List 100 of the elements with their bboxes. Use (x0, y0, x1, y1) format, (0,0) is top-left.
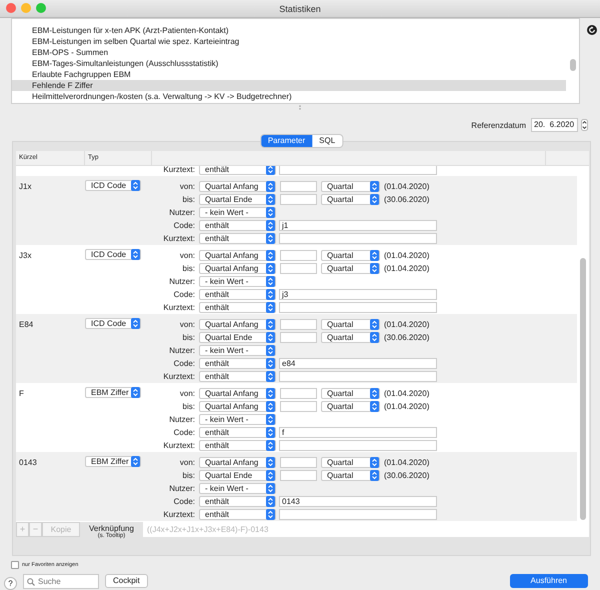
tab[interactable]: Parameter (260, 135, 312, 147)
stepper-icon (266, 358, 275, 369)
stepper-icon (266, 276, 275, 287)
input-field[interactable] (280, 388, 317, 399)
dropdown[interactable]: Quartal Anfang (199, 388, 276, 399)
dropdown[interactable]: - kein Wert - (199, 483, 276, 494)
list-item[interactable]: EBM-Leistungen im selben Quartal wie spez. Karteieintrag (12, 36, 579, 47)
dropdown[interactable]: Quartal (321, 332, 380, 343)
splitter-handle (298, 105, 302, 110)
dropdown[interactable]: Quartal Anfang (199, 319, 276, 330)
input-field[interactable] (280, 470, 317, 481)
field-label: von: (178, 389, 195, 398)
help-button[interactable]: ? (4, 577, 17, 590)
stepper-icon (370, 457, 379, 468)
dropdown[interactable]: enthält (199, 440, 276, 451)
input-field[interactable] (280, 263, 317, 274)
dropdown[interactable]: enthält (199, 427, 276, 438)
input-field[interactable] (279, 233, 437, 244)
table-cell: 0143 (19, 458, 37, 467)
stepper-icon (266, 207, 275, 218)
stepper-icon (131, 180, 140, 191)
dropdown[interactable]: Quartal (321, 319, 380, 330)
input-field[interactable] (280, 457, 317, 468)
dropdown[interactable]: enthält (199, 509, 276, 520)
date-text: (30.06.2020) (384, 471, 430, 480)
date-field[interactable]: 20. 6.2020 (531, 118, 578, 132)
dropdown[interactable]: enthält (199, 220, 276, 231)
input-field[interactable]: j3 (279, 289, 437, 300)
list-item[interactable]: Fehlende F Ziffer (12, 80, 566, 91)
input-field[interactable] (280, 319, 317, 330)
cockpit-button[interactable]: Cockpit (105, 574, 148, 588)
refresh-button[interactable] (587, 25, 597, 35)
input-field[interactable]: j1 (279, 220, 437, 231)
dropdown[interactable]: Quartal (321, 194, 380, 205)
dropdown[interactable]: Quartal (321, 250, 380, 261)
dropdown[interactable]: ICD Code (85, 318, 141, 329)
list-item[interactable]: EBM-Tages-Simultanleistungen (Ausschlussstatistik) (12, 58, 579, 69)
input-field[interactable]: e84 (279, 358, 437, 369)
input-field[interactable] (279, 166, 437, 175)
field-label: von: (178, 320, 195, 329)
dropdown[interactable]: Quartal (321, 388, 380, 399)
dropdown[interactable]: enthält (199, 496, 276, 507)
dropdown[interactable]: ICD Code (85, 249, 141, 260)
tab[interactable]: SQL (312, 135, 342, 147)
input-field[interactable]: 0143 (279, 496, 437, 507)
dropdown[interactable]: Quartal Anfang (199, 250, 276, 261)
dropdown[interactable]: Quartal Ende (199, 194, 276, 205)
list-item[interactable]: EBM-Leistungen für x-ten APK (Arzt-Patienten-Kontakt) (12, 25, 579, 36)
input-field[interactable] (280, 194, 317, 205)
dropdown[interactable]: - kein Wert - (199, 276, 276, 287)
dropdown[interactable]: - kein Wert - (199, 414, 276, 425)
stepper-icon (266, 414, 275, 425)
dropdown[interactable]: - kein Wert - (199, 345, 276, 356)
field-label: Nutzer: (168, 346, 195, 355)
field-label: bis: (182, 471, 195, 480)
dropdown[interactable]: enthält (199, 358, 276, 369)
dropdown[interactable]: Quartal Ende (199, 332, 276, 343)
dropdown[interactable]: Quartal Anfang (199, 263, 276, 274)
dropdown[interactable]: Quartal (321, 470, 380, 481)
dropdown[interactable]: Quartal Anfang (199, 401, 276, 412)
dropdown[interactable]: Quartal Ende (199, 470, 276, 481)
dropdown[interactable]: Quartal (321, 263, 380, 274)
input-field[interactable] (279, 440, 437, 451)
field-label: Kurztext: (162, 234, 195, 243)
dropdown[interactable]: EBM Ziffer (85, 456, 141, 467)
search-icon (27, 578, 35, 586)
stepper-icon (131, 456, 140, 467)
dropdown[interactable]: enthält (199, 302, 276, 313)
field-label: bis: (182, 333, 195, 342)
dropdown[interactable]: enthält (199, 371, 276, 382)
checkbox[interactable] (11, 561, 19, 569)
dropdown[interactable]: - kein Wert - (199, 207, 276, 218)
dropdown[interactable]: enthält (199, 166, 276, 175)
dropdown[interactable]: Quartal (321, 181, 380, 192)
dropdown[interactable]: enthält (199, 289, 276, 300)
dropdown[interactable]: enthält (199, 233, 276, 244)
input-field[interactable] (279, 371, 437, 382)
stepper-icon (370, 470, 379, 481)
input-field[interactable] (280, 250, 317, 261)
stepper-icon (266, 289, 275, 300)
dropdown[interactable]: Quartal (321, 457, 380, 468)
field-label: bis: (182, 195, 195, 204)
dropdown[interactable]: ICD Code (85, 180, 141, 191)
input-field[interactable] (279, 509, 437, 520)
list-item[interactable]: Erlaubte Fachgruppen EBM (12, 69, 579, 80)
input-field[interactable] (280, 332, 317, 343)
input-field[interactable] (280, 401, 317, 412)
dropdown[interactable]: EBM Ziffer (85, 387, 141, 398)
stepper-icon (266, 332, 275, 343)
field-label: Kurztext: (162, 372, 195, 381)
input-field[interactable] (279, 302, 437, 313)
list-item[interactable]: Heilmittelverordnungen-/kosten (s.a. Verwaltung -> KV -> Budgetrechner) (12, 91, 579, 102)
dropdown[interactable]: Quartal (321, 401, 380, 412)
dropdown[interactable]: Quartal Anfang (199, 457, 276, 468)
input-field[interactable] (280, 181, 317, 192)
list-item[interactable]: EBM-OPS - Summen (12, 47, 579, 58)
search-field[interactable]: Suche (23, 574, 99, 588)
dropdown[interactable]: Quartal Anfang (199, 181, 276, 192)
run-button[interactable]: Ausführen (510, 574, 588, 588)
input-field[interactable]: f (279, 427, 437, 438)
